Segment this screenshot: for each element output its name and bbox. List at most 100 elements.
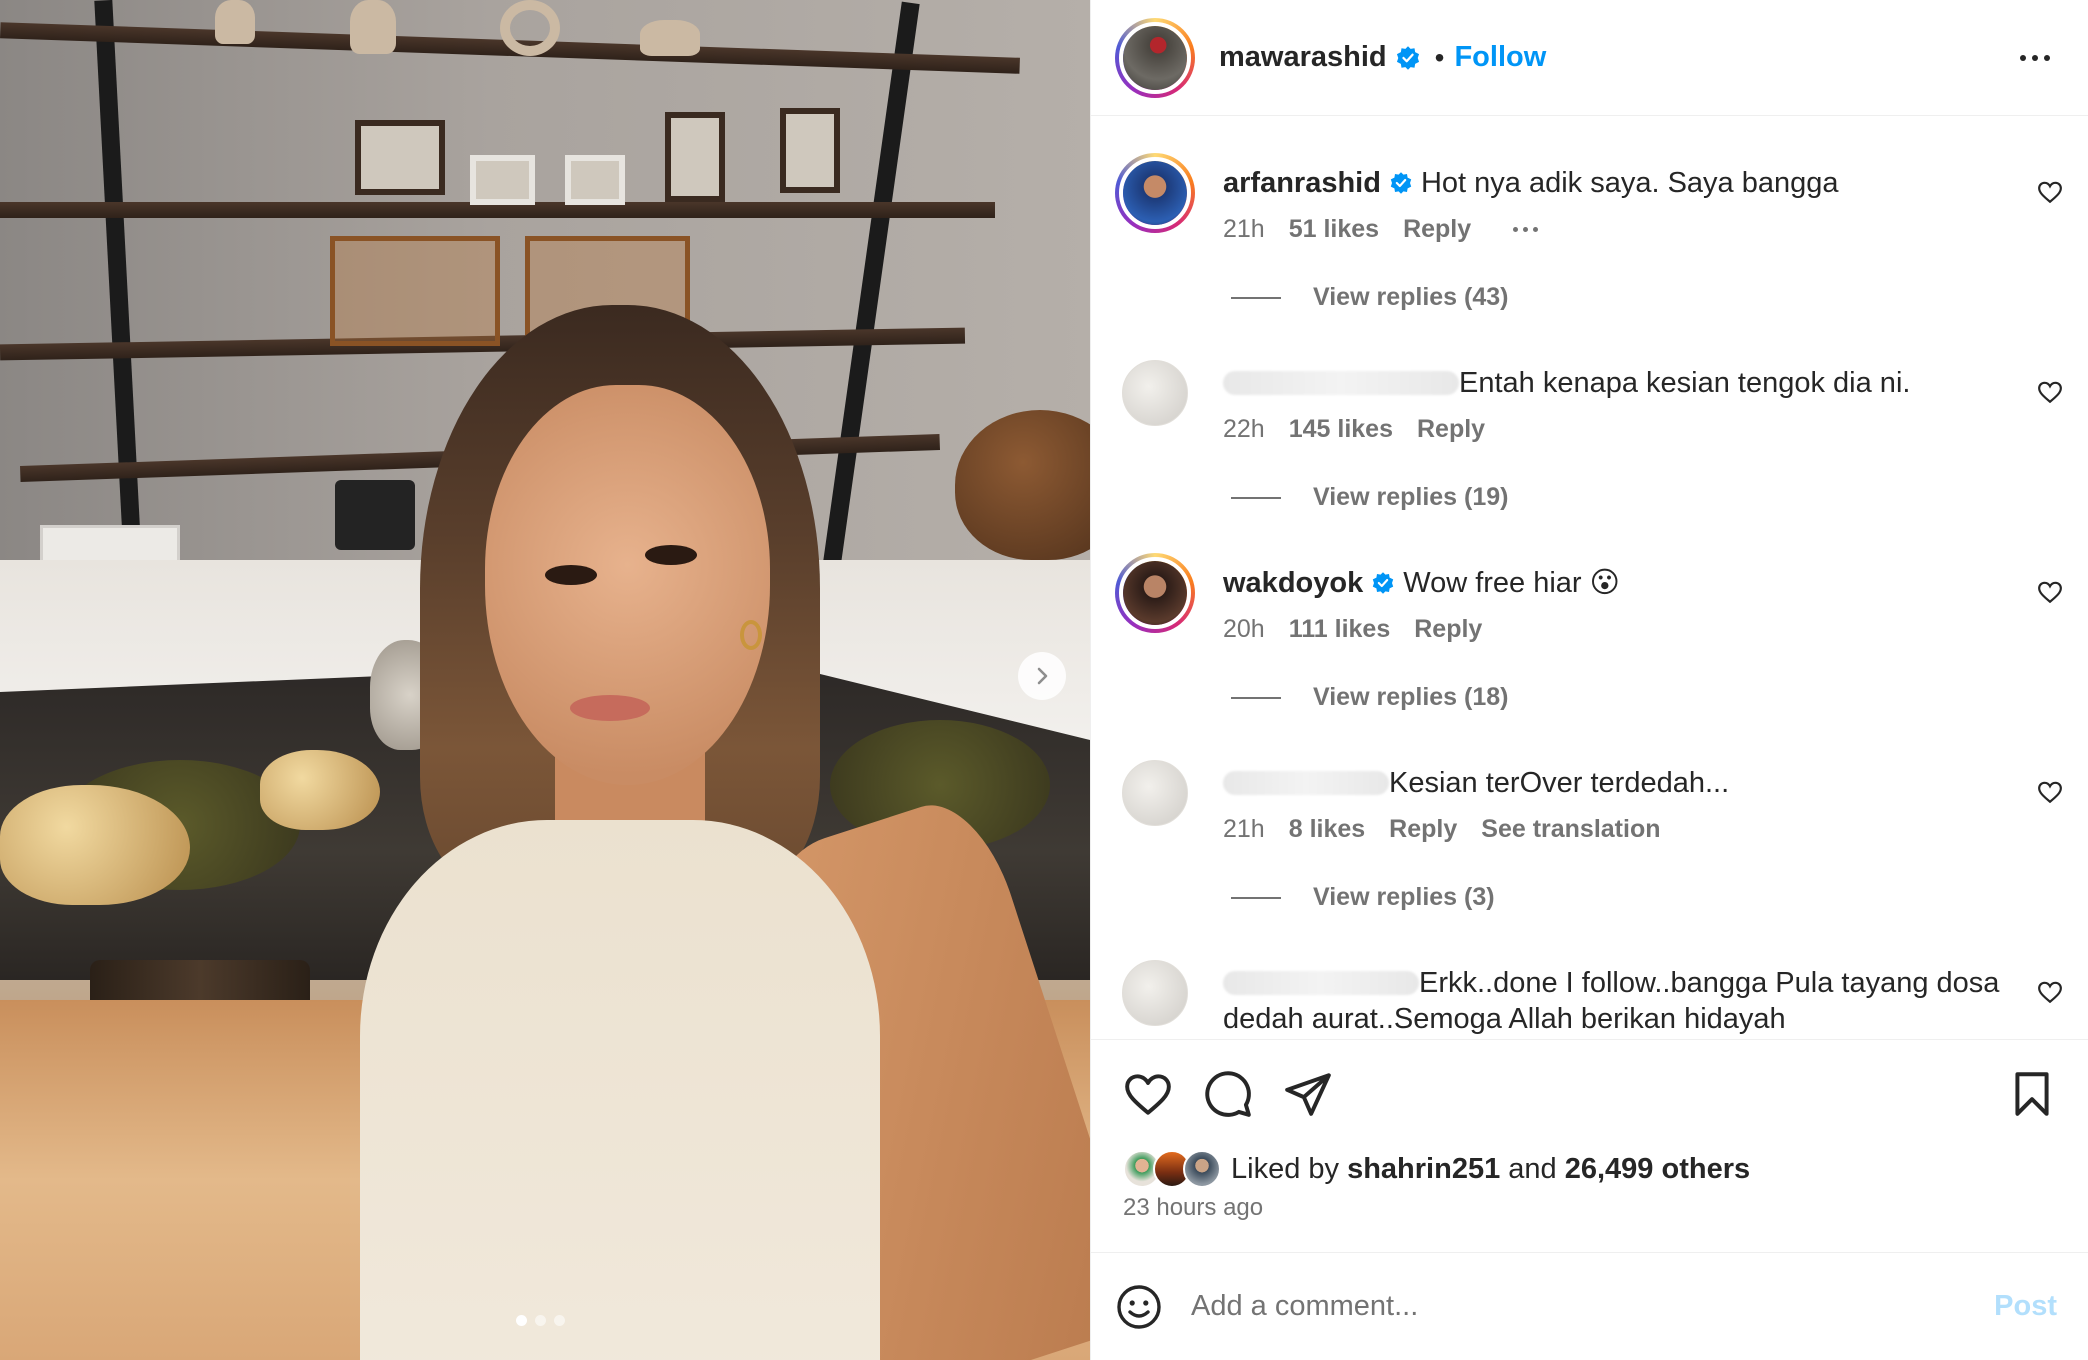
comment-likes[interactable]: 111 likes	[1289, 615, 1391, 644]
comment-time: 20h	[1223, 615, 1265, 643]
comment-likes[interactable]: 8 likes	[1289, 815, 1365, 844]
carousel-dot	[554, 1315, 565, 1326]
follow-button[interactable]: Follow	[1454, 41, 1546, 74]
replies-divider	[1231, 696, 1281, 699]
photo-frame	[355, 120, 445, 195]
header-separator: •	[1434, 41, 1445, 73]
view-replies-label: View replies (3)	[1313, 883, 1495, 911]
instagram-post-view: mawarashid • Follow arfanrashid Hot nya a…	[0, 0, 2088, 1360]
comment-text-block: wakdoyok Wow free hiar 😮	[1223, 565, 2023, 601]
carousel-next-button[interactable]	[1018, 652, 1066, 700]
commenter-avatar[interactable]	[1115, 953, 1195, 1033]
share-button[interactable]	[1283, 1069, 1333, 1119]
view-replies-button[interactable]: View replies (3)	[1231, 883, 1495, 912]
comment-meta: 20h 111 likes Reply	[1223, 615, 1482, 644]
heart-outline-icon[interactable]	[2037, 179, 2063, 205]
comment-text-block: arfanrashid Hot nya adik saya. Saya bangg…	[1223, 165, 2023, 201]
comment-likes[interactable]: 51 likes	[1289, 215, 1379, 244]
photo-frame	[470, 155, 535, 205]
view-replies-label: View replies (18)	[1313, 683, 1509, 711]
comment-text: Entah kenapa kesian tengok dia ni.	[1459, 367, 1911, 399]
vase	[215, 0, 255, 44]
comment-meta: 22h 145 likes Reply	[1223, 415, 1485, 444]
comment-likes[interactable]: 145 likes	[1289, 415, 1393, 444]
commenter-avatar[interactable]	[1115, 353, 1195, 433]
person-earring	[740, 620, 762, 650]
heart-outline-icon[interactable]	[2037, 579, 2063, 605]
reply-button[interactable]: Reply	[1417, 415, 1485, 444]
verified-badge-icon	[1396, 45, 1419, 70]
smiley-icon[interactable]	[1115, 1283, 1163, 1331]
more-options-button[interactable]	[2013, 38, 2057, 78]
reply-button[interactable]: Reply	[1403, 215, 1471, 244]
heart-outline-icon[interactable]	[2037, 979, 2063, 1005]
reply-button[interactable]: Reply	[1414, 615, 1482, 644]
see-translation-button[interactable]: See translation	[1481, 815, 1660, 844]
carousel-dot-active	[516, 1315, 527, 1326]
comment-text: Hot nya adik saya. Saya bangga	[1420, 167, 1839, 199]
commenter-username[interactable]: arfanrashid	[1223, 167, 1381, 199]
post-header: mawarashid • Follow	[1091, 0, 2088, 116]
post-timestamp[interactable]: 23 hours ago	[1123, 1194, 1263, 1222]
vase	[500, 0, 560, 56]
comments-list[interactable]: arfanrashid Hot nya adik saya. Saya bangg…	[1091, 117, 2088, 1040]
view-replies-button[interactable]: View replies (18)	[1231, 683, 1508, 712]
more-horizontal-icon	[2020, 55, 2026, 61]
post-comment-button[interactable]: Post	[1994, 1290, 2057, 1323]
likes-summary: Liked by shahrin251 and 26,499 others	[1123, 1150, 1750, 1188]
comment-item: Erkk..done I follow..bangga Pula tayang …	[1091, 917, 2088, 1039]
rock	[0, 785, 190, 905]
obscured-username	[1223, 771, 1389, 795]
replies-divider	[1231, 296, 1281, 299]
commenter-username[interactable]: wakdoyok	[1223, 567, 1363, 599]
first-liker-link[interactable]: shahrin251	[1347, 1153, 1500, 1185]
comment-item: Entah kenapa kesian tengok dia ni. 22h 1…	[1091, 317, 2088, 517]
author-avatar[interactable]	[1115, 17, 1195, 98]
comment-meta: 21h 51 likes Reply	[1223, 215, 1539, 244]
comment-meta: 21h 8 likes Reply See translation	[1223, 815, 1661, 844]
commenter-avatar[interactable]	[1115, 553, 1195, 633]
liker-avatars[interactable]	[1123, 1150, 1221, 1188]
person-face	[485, 385, 770, 785]
comment-time: 21h	[1223, 215, 1265, 243]
comment-more-icon[interactable]	[1513, 227, 1539, 232]
photo-frame	[565, 155, 625, 205]
likes-prefix: Liked by	[1231, 1152, 1340, 1185]
heart-outline-icon[interactable]	[2037, 779, 2063, 805]
replies-divider	[1231, 496, 1281, 499]
like-button[interactable]	[1123, 1069, 1173, 1119]
add-comment-bar: Post	[1091, 1252, 2088, 1360]
vase	[640, 20, 700, 56]
person-eye	[645, 545, 697, 565]
view-replies-label: View replies (43)	[1313, 283, 1509, 311]
verified-badge-icon	[1390, 172, 1412, 194]
commenter-avatar[interactable]	[1115, 753, 1195, 833]
author-username[interactable]: mawarashid	[1219, 41, 1387, 74]
comment-time: 22h	[1223, 415, 1265, 443]
reply-button[interactable]: Reply	[1389, 815, 1457, 844]
carousel-indicator	[516, 1315, 565, 1326]
post-side-panel: mawarashid • Follow arfanrashid Hot nya a…	[1090, 0, 2088, 1360]
post-photo[interactable]	[0, 0, 1090, 1360]
comment-item: arfanrashid Hot nya adik saya. Saya bangg…	[1091, 117, 2088, 317]
view-replies-button[interactable]: View replies (43)	[1231, 283, 1508, 312]
comment-item: wakdoyok Wow free hiar 😮 20h 111 likes Re…	[1091, 517, 2088, 717]
vase	[350, 0, 396, 54]
save-button[interactable]	[2007, 1069, 2057, 1119]
obscured-username	[1223, 371, 1459, 395]
comment-button[interactable]	[1203, 1069, 1253, 1119]
person-eye	[545, 565, 597, 585]
others-likes-link[interactable]: 26,499 others	[1565, 1153, 1750, 1185]
person-top	[360, 820, 880, 1360]
view-replies-button[interactable]: View replies (19)	[1231, 483, 1508, 512]
person-lips	[570, 695, 650, 721]
comment-time: 21h	[1223, 815, 1265, 843]
comment-text: Wow free hiar 😮	[1403, 567, 1620, 599]
commenter-avatar[interactable]	[1115, 153, 1195, 233]
photo-frame	[665, 112, 725, 202]
carousel-dot	[535, 1315, 546, 1326]
comment-input[interactable]	[1191, 1290, 1995, 1323]
heart-outline-icon[interactable]	[2037, 379, 2063, 405]
verified-badge-icon	[1373, 572, 1394, 594]
likes-text[interactable]: Liked by shahrin251 and 26,499 others	[1231, 1153, 1750, 1186]
